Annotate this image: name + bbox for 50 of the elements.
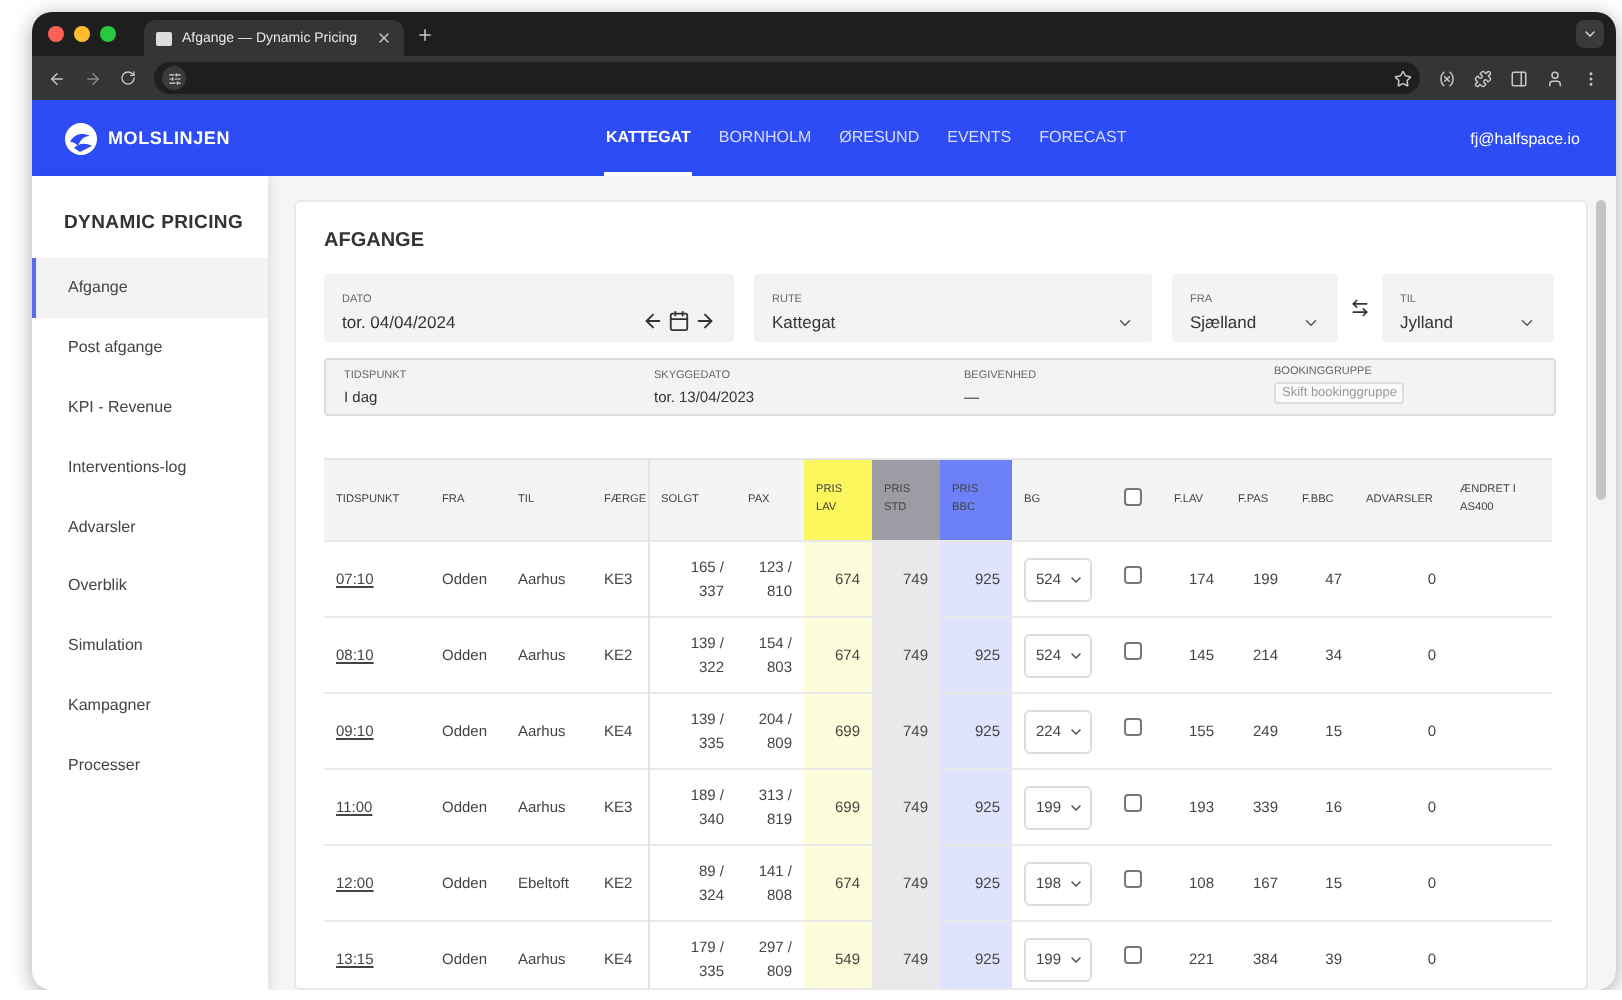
back-icon[interactable] (48, 69, 66, 87)
new-tab-icon[interactable] (416, 25, 434, 43)
swirl-logo-icon (64, 121, 98, 155)
page-title: AFGANGE (324, 230, 426, 252)
close-window-dot[interactable] (48, 26, 64, 42)
chevron-down-icon (1518, 314, 1536, 332)
formula-icon[interactable] (1438, 69, 1456, 87)
sidebar-item[interactable]: Overblik (32, 555, 268, 616)
maximize-window-dot[interactable] (100, 26, 116, 42)
chevron-down-icon (1116, 314, 1134, 332)
reload-icon[interactable] (120, 70, 136, 86)
calendar-icon[interactable] (668, 310, 690, 332)
profile-icon[interactable] (1546, 69, 1564, 87)
favicon-icon (156, 31, 172, 45)
close-icon[interactable] (376, 30, 392, 46)
logo-text: MOLSLINJEN (108, 128, 231, 148)
sidebar-item[interactable]: KPI - Revenue (32, 377, 268, 437)
sidebar-item[interactable]: Simulation (32, 615, 268, 676)
nav-tab[interactable]: ØRESUND (837, 100, 922, 176)
nav-tab[interactable]: EVENTS (945, 100, 1014, 176)
checkbox[interactable] (1124, 794, 1142, 812)
nav-tab[interactable]: FORECAST (1037, 100, 1129, 176)
minimize-window-dot[interactable] (74, 26, 90, 42)
checkbox[interactable] (1124, 487, 1142, 506)
star-icon[interactable] (1394, 69, 1412, 87)
swap-icon[interactable] (1350, 298, 1370, 318)
nav-tab[interactable]: KATTEGAT (604, 100, 693, 176)
checkbox[interactable] (1124, 870, 1142, 888)
nav-tab[interactable]: BORNHOLM (716, 100, 814, 176)
chevron-down-icon (1302, 314, 1320, 332)
puzzle-icon[interactable] (1474, 69, 1492, 87)
sidebar-item[interactable]: Processer (32, 734, 268, 795)
sidebar-item[interactable]: Advarsler (32, 496, 268, 556)
sidebar-title: DYNAMIC PRICING (62, 212, 246, 238)
sidebar-item[interactable]: Afgange (32, 258, 268, 318)
side-panel-icon[interactable] (1510, 69, 1528, 87)
arrow-left-icon[interactable] (642, 310, 664, 332)
checkbox[interactable] (1124, 718, 1142, 736)
checkbox[interactable] (1124, 566, 1142, 584)
scrollbar[interactable] (1595, 200, 1605, 500)
site-settings-icon[interactable] (162, 66, 186, 90)
arrow-right-icon[interactable] (694, 310, 716, 332)
forward-icon[interactable] (84, 69, 102, 87)
user-email[interactable]: fj@halfspace.io (1470, 129, 1580, 147)
tab-search-icon[interactable] (1576, 20, 1604, 48)
checkbox[interactable] (1124, 946, 1142, 965)
sidebar-item[interactable]: Post afgange (32, 317, 268, 378)
sidebar-item[interactable]: Kampagner (32, 675, 268, 735)
sidebar-item[interactable]: Interventions-log (32, 436, 268, 497)
checkbox[interactable] (1124, 642, 1142, 660)
